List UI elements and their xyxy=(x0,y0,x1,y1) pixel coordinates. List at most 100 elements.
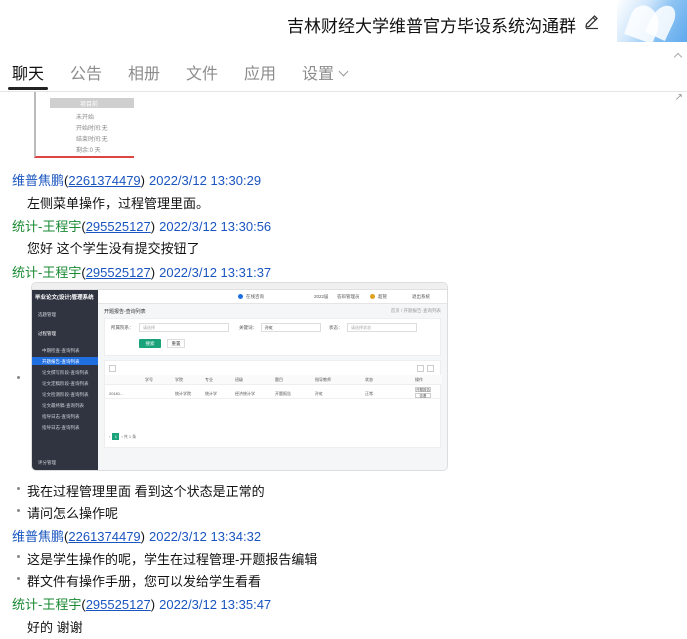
title-decoration xyxy=(617,0,687,42)
pager-total: 共 1 条 xyxy=(123,434,137,439)
sidebar-item: 论文定稿阶段-查询列表 xyxy=(42,381,89,386)
sender-qq-link[interactable]: 295525127 xyxy=(86,597,151,612)
filter-select: 请选择状态 xyxy=(347,323,417,332)
sidebar-item: 评分管理 xyxy=(38,460,56,465)
message-header: 统计-王程宇(295525127) 2022/3/12 13:35:47 xyxy=(12,597,272,612)
group-title: 吉林财经大学维普官方毕设系统沟通群 xyxy=(287,17,576,36)
message-time: 2022/3/12 13:30:29 xyxy=(149,173,262,188)
sidebar-item: 选题管理 xyxy=(38,312,56,317)
sender-name[interactable]: 统计-王程宇 xyxy=(12,219,81,234)
sidebar-item: 指导日志-查询列表 xyxy=(42,414,80,419)
sender-name[interactable]: 维普焦鹏 xyxy=(12,173,64,188)
tab-bar: 聊天 公告 相册 文件 应用 设置 xyxy=(0,52,687,92)
table-cell: 20181... xyxy=(109,391,124,396)
message-text: 这是学生操作的呢，学生在过程管理-开题报告编辑 xyxy=(27,552,318,567)
app-reset-button: 重置 xyxy=(167,339,185,348)
message-time: 2022/3/12 13:35:47 xyxy=(159,597,272,612)
app-brand: 毕业论文(设计)管理系统 xyxy=(35,295,94,301)
tab-apps[interactable]: 应用 xyxy=(244,60,276,84)
bullet-dot xyxy=(17,487,20,490)
sender-qq-link[interactable]: 2261374479 xyxy=(68,529,140,544)
table-cell: 统计学 xyxy=(205,391,217,396)
message-header: 统计-王程宇(295525127) 2022/3/12 13:30:56 xyxy=(12,219,272,234)
sidebar-item: 论文最终稿-查询列表 xyxy=(42,403,84,408)
tab-settings-label: 设置 xyxy=(302,66,335,83)
refresh-icon xyxy=(109,365,116,372)
message-text: 我在过程管理里面 看到这个状态是正常的 xyxy=(27,484,265,499)
filter-label: 状态： xyxy=(329,325,343,330)
title-bar: 吉林财经大学维普官方毕设系统沟通群 xyxy=(0,0,687,46)
message-time: 2022/3/12 13:30:56 xyxy=(159,219,272,234)
avatar xyxy=(370,294,375,299)
filter-input: 孙虹 xyxy=(261,323,321,332)
help-icon xyxy=(238,294,243,299)
message-text: 请问怎么操作呢 xyxy=(27,506,119,521)
message-header: 维普焦鹏(2261374479) 2022/3/12 13:34:32 xyxy=(12,529,262,544)
sender-name[interactable]: 统计-王程宇 xyxy=(12,597,81,612)
column-header: 题目 xyxy=(275,377,283,382)
sender-qq-link[interactable]: 295525127 xyxy=(86,219,151,234)
column-header: 指导教师 xyxy=(315,377,331,382)
table-row: 20181... 统计学院 统计学 经济统计学 开题报告 孙虹 正常 开题报告 … xyxy=(105,387,442,399)
tab-files[interactable]: 文件 xyxy=(186,60,218,84)
bullet-dot xyxy=(17,555,20,558)
image-bar-label: 项目前 xyxy=(80,102,99,108)
image-line: 开始时间:无 xyxy=(76,126,108,132)
filter-label: 关键词： xyxy=(239,325,257,330)
bullet-dot xyxy=(17,509,20,512)
column-header: 操作 xyxy=(415,377,423,382)
message-text: 您好 这个学生没有提交按钮了 xyxy=(27,241,200,256)
filter-label: 所属院系： xyxy=(111,325,134,330)
pencil-icon[interactable] xyxy=(583,13,601,31)
message-header: 维普焦鹏(2261374479) 2022/3/12 13:30:29 xyxy=(12,173,262,188)
sidebar-item: 中期检查-查询列表 xyxy=(42,348,80,353)
column-header: 状态 xyxy=(365,377,373,382)
sidebar-item: 开题报告-查询列表 xyxy=(42,359,80,364)
sender-name[interactable]: 维普焦鹏 xyxy=(12,529,64,544)
app-breadcrumb: 首页 / 开题报告-查询列表 xyxy=(390,308,441,313)
column-header: 学号 xyxy=(145,377,153,382)
message-time: 2022/3/12 13:31:37 xyxy=(159,265,272,280)
app-search-button: 搜索 xyxy=(139,339,161,348)
image-bar: 项目前 xyxy=(50,98,134,108)
app-sidebar: 毕业论文(设计)管理系统 选题管理 过程管理 中期检查-查询列表 开题报告-查询… xyxy=(32,290,98,470)
message-screenshot-image[interactable]: 在线咨询 2022届 答辩管理员 超管 退出系统 毕业论文(设计)管理系统 选题… xyxy=(32,283,447,470)
table-cell: 统计学院 xyxy=(175,391,191,396)
table-cell: 开题报告 xyxy=(275,391,291,396)
print-icon xyxy=(427,365,434,372)
message-text: 好的 谢谢 xyxy=(27,620,83,635)
sidebar-item: 过程管理 xyxy=(38,331,56,336)
active-tab-indicator xyxy=(8,87,48,90)
chat-area[interactable]: 项目前 未开始 开始时间:无 结束时间:无 剩余:0 天 维普焦鹏(226137… xyxy=(0,92,687,639)
column-icon xyxy=(417,365,424,372)
message-text: 左侧菜单操作，过程管理里面。 xyxy=(27,196,210,211)
browser-bar xyxy=(32,283,447,290)
app-filter-panel: 所属院系： 请选择 关键词： 孙虹 状态： 请选择状态 搜索 重置 xyxy=(104,318,441,356)
nav-user: 超管 xyxy=(378,294,387,299)
column-header: 专业 xyxy=(205,377,213,382)
message-header: 统计-王程宇(295525127) 2022/3/12 13:31:37 xyxy=(12,265,272,280)
tab-chat[interactable]: 聊天 xyxy=(12,60,44,84)
sender-name[interactable]: 统计-王程宇 xyxy=(12,265,81,280)
tab-announcement[interactable]: 公告 xyxy=(70,60,102,84)
image-line: 结束时间:无 xyxy=(76,137,108,143)
message-text: 群文件有操作手册，您可以发给学生看看 xyxy=(27,574,262,589)
nav-logout: 退出系统 xyxy=(412,294,430,299)
tab-settings[interactable]: 设置 xyxy=(302,60,349,84)
filter-select: 请选择 xyxy=(139,323,229,332)
sender-qq-link[interactable]: 2261374479 xyxy=(68,173,140,188)
column-header: 班级 xyxy=(235,377,243,382)
message-time: 2022/3/12 13:34:32 xyxy=(149,529,262,544)
nav-help: 在线咨询 xyxy=(246,294,264,299)
message-image-partial[interactable]: 项目前 未开始 开始时间:无 结束时间:无 剩余:0 天 xyxy=(34,92,134,158)
image-line: 未开始 xyxy=(76,115,95,121)
sidebar-item: 论文检测阶段-查询列表 xyxy=(42,392,89,397)
nav-year: 2022届 xyxy=(314,294,329,299)
chevron-down-icon xyxy=(338,66,349,77)
table-header: 学号 学院 专业 班级 题目 指导教师 状态 操作 xyxy=(105,375,442,385)
app-page-title: 开题报告-查询列表 xyxy=(104,309,146,315)
sidebar-item: 论文撰写阶段-查询列表 xyxy=(42,370,89,375)
row-edit-button: 开题报告 xyxy=(415,387,431,392)
sender-qq-link[interactable]: 295525127 xyxy=(86,265,151,280)
tab-album[interactable]: 相册 xyxy=(128,60,160,84)
